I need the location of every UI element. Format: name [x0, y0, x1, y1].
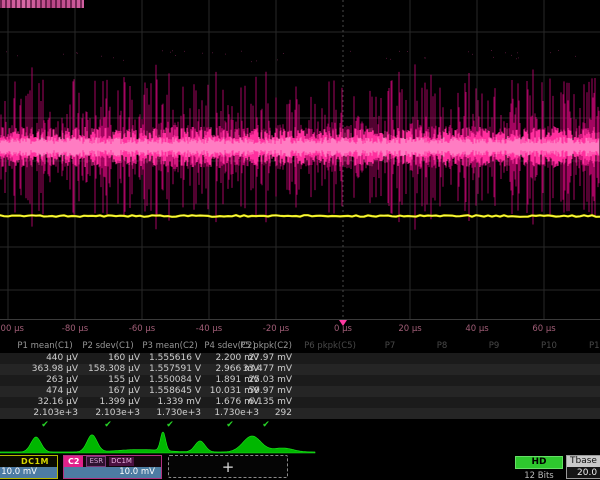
c2-coupling-badge: DC1M [109, 457, 134, 466]
persistence-dots [6, 51, 576, 62]
c2-descriptor-box[interactable]: C2 ESR DC1M 10.0 mV [63, 455, 162, 479]
measurement-value: 474 µV [8, 386, 78, 397]
measurement-value: 6.135 mV [222, 397, 292, 408]
hd-badge: HD [515, 456, 563, 469]
histicon-strip[interactable] [0, 431, 600, 454]
c1-descriptor-box[interactable]: DC1M 10.0 mV [0, 455, 58, 479]
add-trace-button[interactable]: + [168, 455, 288, 478]
measurement-header-row: P1 mean(C1)P2 sdev(C1)P3 mean(C2)P4 sdev… [0, 340, 600, 353]
measurement-stat-row: 263 µV155 µV1.550084 V1.891 mV25.03 mV [0, 375, 600, 386]
c2-esr-badge: ESR [86, 456, 106, 467]
measurement-value: 440 µV [8, 353, 78, 364]
measurement-value: 1.399 µV [70, 397, 140, 408]
c2-vdiv-value: 10.0 mV [64, 467, 161, 478]
time-axis-label: -20 µs [254, 324, 298, 334]
hd-bits-label: 12 Bits [515, 471, 563, 480]
measurement-value: 2.103e+3 [8, 408, 78, 419]
cropped-readout-fragment [0, 0, 84, 8]
c2-channel-badge: C2 [64, 456, 83, 467]
measurement-header-inactive[interactable]: P11 [552, 341, 600, 351]
timebase-title: Tbase [567, 456, 600, 467]
measurement-value: 25.03 mV [222, 375, 292, 386]
measurement-stat-row: 2.103e+32.103e+31.730e+31.730e+3292 [0, 408, 600, 419]
time-axis-label: -80 µs [53, 324, 97, 334]
timebase-value: 20.0 µs/div [567, 467, 600, 478]
time-axis: -100 µs-80 µs-60 µs-40 µs-20 µs0 µs20 µs… [0, 319, 600, 340]
measurement-value: 33.477 mV [222, 364, 292, 375]
measurement-value: 167 µV [70, 386, 140, 397]
measurement-stat-row: 474 µV167 µV1.558645 V10.031 mV59.97 mV [0, 386, 600, 397]
histicon-peaks [0, 432, 315, 453]
measurement-value: 155 µV [70, 375, 140, 386]
c1-vdiv-value: 10.0 mV [0, 467, 57, 478]
measurement-stat-row: 32.16 µV1.399 µV1.339 mV1.676 mV6.135 mV [0, 397, 600, 408]
timebase-descriptor-box[interactable]: Tbase 20.0 µs/div [566, 455, 600, 479]
measurement-value: 160 µV [70, 353, 140, 364]
time-axis-label: -100 µs [0, 324, 30, 334]
measurement-value: 363.98 µV [8, 364, 78, 375]
measurement-table: P1 mean(C1)P2 sdev(C1)P3 mean(C2)P4 sdev… [0, 340, 600, 432]
time-axis-label: 60 µs [522, 324, 566, 334]
measurement-stat-row: 440 µV160 µV1.555616 V2.200 mV27.97 mV [0, 353, 600, 364]
time-axis-label: 40 µs [455, 324, 499, 334]
time-axis-label: 20 µs [388, 324, 432, 334]
c1-coupling-badge: DC1M [21, 457, 49, 466]
measurement-rows: 440 µV160 µV1.555616 V2.200 mV27.97 mV36… [0, 353, 600, 419]
measurement-value: 2.103e+3 [70, 408, 140, 419]
measurement-stat-row: 363.98 µV158.308 µV1.557591 V2.966 mV33.… [0, 364, 600, 375]
measurement-value: 27.97 mV [222, 353, 292, 364]
time-axis-label: -40 µs [187, 324, 231, 334]
waveform-display[interactable] [0, 0, 600, 320]
oscilloscope-screen: -100 µs-80 µs-60 µs-40 µs-20 µs0 µs20 µs… [0, 0, 600, 480]
hd-mode-indicator[interactable]: HD 12 Bits [515, 456, 563, 480]
time-axis-label: -60 µs [120, 324, 164, 334]
measurement-value: 32.16 µV [8, 397, 78, 408]
measurement-value: 263 µV [8, 375, 78, 386]
measurement-value: 292 [222, 408, 292, 419]
measurement-value: 59.97 mV [222, 386, 292, 397]
trigger-position-icon[interactable] [339, 320, 347, 326]
plus-icon: + [222, 458, 235, 476]
measurement-value: 158.308 µV [70, 364, 140, 375]
